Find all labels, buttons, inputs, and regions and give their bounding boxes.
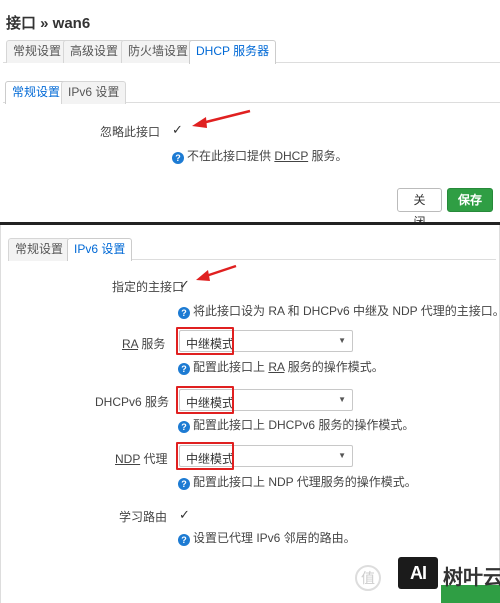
watermark-circle-icon: 值 xyxy=(355,565,381,591)
chevron-down-icon: ▼ xyxy=(338,336,346,345)
ndp-proxy-help: ? 配置此接口上 NDP 代理服务的操作模式。 xyxy=(178,473,417,490)
close-button[interactable]: 关闭 xyxy=(397,188,442,229)
tab-firewall[interactable]: 防火墙设置 xyxy=(121,40,196,63)
chevron-down-icon: ▼ xyxy=(338,395,346,404)
tab-dhcp-server[interactable]: DHCP 服务器 xyxy=(189,40,277,64)
learn-routes-help: ? 设置已代理 IPv6 邻居的路由。 xyxy=(178,529,356,546)
tab-general[interactable]: 常规设置 xyxy=(8,238,71,261)
subtab-ipv6[interactable]: IPv6 设置 xyxy=(61,81,127,104)
master-interface-checkbox[interactable]: ✓ xyxy=(178,279,191,292)
red-arrow-icon xyxy=(196,264,237,281)
page-title: 接口 » wan6 xyxy=(6,15,91,32)
ignore-interface-label: 忽略此接口 xyxy=(100,125,161,139)
learn-routes-label: 学习路由 xyxy=(119,510,168,524)
tab-general[interactable]: 常规设置 xyxy=(6,40,69,63)
dhcpv6-service-help: ? 配置此接口上 DHCPv6 服务的操作模式。 xyxy=(178,416,414,433)
tab-advanced[interactable]: 高级设置 xyxy=(63,40,126,63)
red-arrow-icon xyxy=(192,109,251,128)
help-icon: ? xyxy=(178,307,190,319)
dhcpv6-service-label: DHCPv6 服务 xyxy=(95,395,170,409)
main-tab-bar: 常规设置 高级设置 防火墙设置 DHCP 服务器 xyxy=(3,40,500,64)
dhcpv6-highlight-box xyxy=(176,386,234,414)
watermark-text: 树叶云 xyxy=(443,567,500,589)
ndp-proxy-label: NDP 代理 xyxy=(115,452,168,466)
ra-service-help: ? 配置此接口上 RA 服务的操作模式。 xyxy=(178,358,384,375)
chevron-down-icon: ▼ xyxy=(338,451,346,460)
save-button[interactable]: 保存 xyxy=(447,188,493,212)
ndp-highlight-box xyxy=(176,442,234,470)
ipv6-settings-panel: 常规设置 IPv6 设置 指定的主接口 ✓ ? 将此接口设为 RA 和 DHCPv… xyxy=(0,225,500,603)
ipv6-tab-bar: 常规设置 IPv6 设置 xyxy=(8,238,496,261)
help-icon: ? xyxy=(178,363,190,375)
help-icon: ? xyxy=(178,534,190,546)
dhcp-settings-panel: 接口 » wan6 常规设置 高级设置 防火墙设置 DHCP 服务器 常规设置 … xyxy=(0,0,500,229)
ignore-interface-checkbox[interactable]: ✓ xyxy=(171,124,184,137)
subtab-general[interactable]: 常规设置 xyxy=(5,81,68,104)
master-interface-help: ? 将此接口设为 RA 和 DHCPv6 中继及 NDP 代理的主接口。 xyxy=(178,302,500,319)
master-interface-label: 指定的主接口 xyxy=(112,280,185,294)
sub-tab-bar: 常规设置 IPv6 设置 xyxy=(3,81,500,104)
ra-service-label: RA 服务 xyxy=(122,337,166,351)
help-icon: ? xyxy=(178,421,190,433)
help-icon: ? xyxy=(178,478,190,490)
help-icon: ? xyxy=(172,152,184,164)
tab-ipv6[interactable]: IPv6 设置 xyxy=(67,238,133,261)
ra-highlight-box xyxy=(176,327,234,355)
watermark-logo: AI xyxy=(398,557,438,589)
learn-routes-checkbox[interactable]: ✓ xyxy=(178,509,191,522)
ignore-interface-help: ? 不在此接口提供 DHCP 服务。 xyxy=(172,147,347,164)
